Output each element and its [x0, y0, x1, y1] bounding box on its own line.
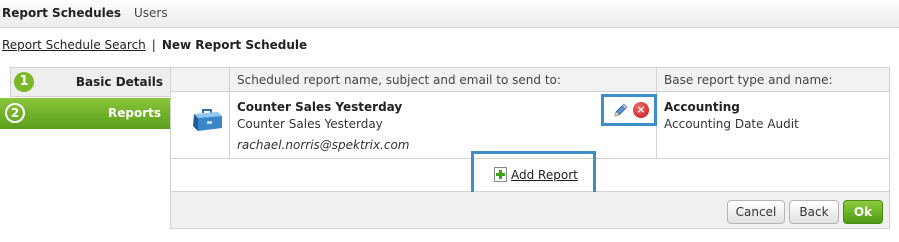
panel-footer: Cancel Back Ok	[171, 192, 889, 228]
back-button[interactable]: Back	[789, 200, 839, 224]
header-report-column: Scheduled report name, subject and email…	[230, 68, 657, 92]
wizard-step-basic-details[interactable]: 1 Basic Details	[10, 67, 170, 97]
step-number-badge: 2	[5, 103, 25, 123]
top-tab-bar: Report Schedules Users	[0, 0, 899, 28]
add-plus-icon[interactable]	[494, 167, 507, 182]
delete-icon[interactable]: ×	[633, 102, 649, 118]
pencil-icon[interactable]	[613, 102, 629, 118]
base-report-type: Accounting	[664, 100, 740, 114]
reports-panel: Scheduled report name, subject and email…	[170, 67, 890, 229]
step-number-badge: 1	[14, 72, 34, 92]
cancel-button[interactable]: Cancel	[727, 200, 785, 224]
breadcrumb-current: New Report Schedule	[161, 38, 308, 52]
base-report-name: Accounting Date Audit	[664, 117, 799, 131]
report-name: Counter Sales Yesterday	[237, 100, 403, 114]
row-actions-highlight: ×	[601, 94, 657, 126]
table-row: Counter Sales Yesterday Counter Sales Ye…	[230, 92, 657, 159]
add-report-link[interactable]: Add Report	[511, 168, 578, 182]
report-subject: Counter Sales Yesterday	[237, 117, 383, 131]
header-base-report-column: Base report type and name:	[657, 68, 889, 92]
toolbox-icon	[193, 109, 222, 131]
step-label: Reports	[107, 106, 161, 120]
breadcrumb: Report Schedule Search | New Report Schedu…	[2, 38, 307, 52]
tab-report-schedules[interactable]: Report Schedules	[2, 6, 121, 20]
table-cell-base-report: Accounting Accounting Date Audit	[657, 92, 889, 159]
breadcrumb-link-report-schedule-search[interactable]: Report Schedule Search	[2, 38, 146, 52]
wizard-step-reports[interactable]: 2 Reports	[0, 98, 180, 129]
add-report-highlight: Add Report	[471, 151, 596, 198]
tab-users[interactable]: Users	[134, 6, 168, 20]
header-icon-column	[171, 68, 230, 92]
step-label: Basic Details	[75, 75, 163, 89]
breadcrumb-separator: |	[151, 38, 156, 52]
ok-button[interactable]: Ok	[843, 200, 883, 224]
report-email: rachael.norris@spektrix.com	[237, 138, 410, 152]
table-cell-icon	[171, 92, 230, 159]
